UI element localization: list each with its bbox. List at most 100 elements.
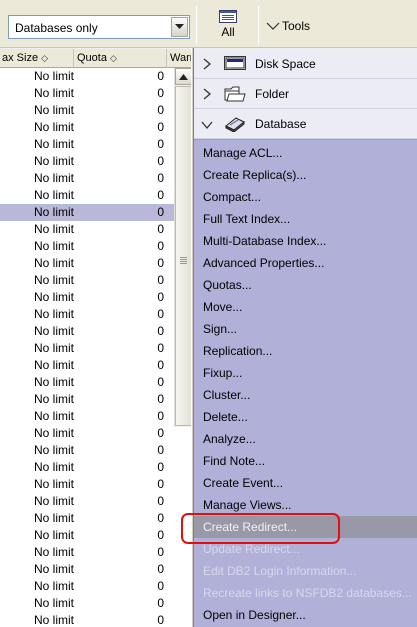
quota-cell: 0 <box>157 137 164 151</box>
database-actions-list: Manage ACL... Create Replica(s)... Compact… <box>194 139 417 627</box>
action-open-in-designer[interactable]: Open in Designer... <box>194 604 417 626</box>
action-delete[interactable]: Delete... <box>194 406 417 428</box>
section-disk-space[interactable]: Disk Space <box>194 49 417 79</box>
table-row[interactable]: No limit 0 <box>0 306 174 323</box>
column-header-max-size[interactable]: ax Size ◇ <box>0 49 74 68</box>
table-row[interactable]: No limit 0 <box>0 153 174 170</box>
action-advanced-properties[interactable]: Advanced Properties... <box>194 252 417 274</box>
column-header-warning[interactable]: Warn <box>168 49 193 68</box>
quota-cell: 0 <box>157 392 164 406</box>
vertical-scrollbar[interactable] <box>174 68 192 427</box>
toolbar-divider <box>196 6 197 44</box>
chevron-down-icon <box>266 22 280 30</box>
quota-cell: 0 <box>157 341 164 355</box>
quota-cell: 0 <box>157 511 164 525</box>
action-replication[interactable]: Replication... <box>194 340 417 362</box>
quota-cell: 0 <box>157 290 164 304</box>
table-row[interactable]: No limit 0 <box>0 408 174 425</box>
tools-button-label: Tools <box>282 19 311 33</box>
folder-icon <box>224 86 246 102</box>
section-folder[interactable]: Folder <box>194 79 417 109</box>
table-row[interactable]: No limit 0 <box>0 578 174 595</box>
table-row[interactable]: No limit 0 <box>0 510 174 527</box>
table-row[interactable]: No limit 0 <box>0 544 174 561</box>
table-row[interactable]: No limit 0 <box>0 255 174 272</box>
list-header: ax Size◇ Quota◇ Warn <box>0 49 193 68</box>
table-row[interactable]: No limit 0 <box>0 357 174 374</box>
all-button-label: All <box>221 25 235 39</box>
action-edit-db2-login-information: Edit DB2 Login Information... <box>203 564 357 578</box>
quota-cell: 0 <box>157 528 164 542</box>
scroll-thumb[interactable] <box>175 86 192 426</box>
table-row[interactable]: No limit 0 <box>0 391 174 408</box>
quota-cell: 0 <box>157 358 164 372</box>
chevron-down-icon[interactable] <box>171 17 188 37</box>
action-create-replica-s[interactable]: Create Replica(s)... <box>194 164 417 186</box>
table-row[interactable]: No limit 0 <box>0 425 174 442</box>
table-row[interactable]: No limit 0 <box>0 289 174 306</box>
table-row[interactable]: No limit 0 <box>0 476 174 493</box>
all-button[interactable]: All <box>205 6 251 44</box>
table-row[interactable]: No limit 0 <box>0 323 174 340</box>
table-row[interactable]: No limit 0 <box>0 374 174 391</box>
action-sign[interactable]: Sign... <box>194 318 417 340</box>
tools-button[interactable]: Tools <box>266 16 310 36</box>
section-database[interactable]: Database <box>194 109 417 139</box>
table-row[interactable]: No limit 0 <box>0 595 174 612</box>
scroll-grip-icon <box>180 257 187 265</box>
table-row[interactable]: No limit 0 <box>0 238 174 255</box>
table-row[interactable]: No limit 0 <box>0 340 174 357</box>
table-row[interactable]: No limit 0 <box>0 85 174 102</box>
quota-cell: 0 <box>157 596 164 610</box>
action-compact[interactable]: Compact... <box>194 186 417 208</box>
action-move[interactable]: Move... <box>194 296 417 318</box>
quota-cell: 0 <box>157 579 164 593</box>
table-row[interactable]: No limit 0 <box>0 459 174 476</box>
quota-cell: 0 <box>157 154 164 168</box>
table-row[interactable]: No limit 0 <box>0 187 174 204</box>
table-row[interactable]: No limit 0 <box>0 272 174 289</box>
action-analyze[interactable]: Analyze... <box>194 428 417 450</box>
table-row[interactable]: No limit 0 <box>0 527 174 544</box>
table-row[interactable]: No limit 0 <box>0 204 174 221</box>
table-row[interactable]: No limit 0 <box>0 68 174 85</box>
list-rows: No limit 0 No limit 0 No limit 0 No limit 0 No l… <box>0 68 174 627</box>
filter-select[interactable]: Databases only <box>8 15 190 39</box>
action-cluster[interactable]: Cluster... <box>194 384 417 406</box>
action-full-text-index[interactable]: Full Text Index... <box>194 208 417 230</box>
quota-cell: 0 <box>157 222 164 236</box>
table-row[interactable]: No limit 0 <box>0 612 174 627</box>
action-create-event[interactable]: Create Event... <box>194 472 417 494</box>
quota-cell: 0 <box>157 443 164 457</box>
table-row[interactable]: No limit 0 <box>0 221 174 238</box>
action-quotas[interactable]: Quotas... <box>194 274 417 296</box>
section-label: Folder <box>255 87 290 101</box>
action-find-note[interactable]: Find Note... <box>194 450 417 472</box>
table-row[interactable]: No limit 0 <box>0 442 174 459</box>
action-multi-database-index[interactable]: Multi-Database Index... <box>194 230 417 252</box>
table-row[interactable]: No limit 0 <box>0 493 174 510</box>
quota-cell: 0 <box>157 86 164 100</box>
quota-cell: 0 <box>157 460 164 474</box>
table-row[interactable]: No limit 0 <box>0 170 174 187</box>
scroll-up-button[interactable] <box>175 68 192 85</box>
quota-cell: 0 <box>157 307 164 321</box>
table-row[interactable]: No limit 0 <box>0 136 174 153</box>
column-header-quota[interactable]: Quota ◇ <box>75 49 167 68</box>
quota-cell: 0 <box>157 239 164 253</box>
sort-icon: ◇ <box>109 53 117 63</box>
quota-cell: 0 <box>157 171 164 185</box>
table-row[interactable]: No limit 0 <box>0 102 174 119</box>
sort-icon: ◇ <box>41 53 48 63</box>
quota-cell: 0 <box>157 477 164 491</box>
action-manage-acl[interactable]: Manage ACL... <box>194 142 417 164</box>
table-row[interactable]: No limit 0 <box>0 561 174 578</box>
database-icon <box>225 117 245 132</box>
quota-cell: 0 <box>157 426 164 440</box>
chevron-right-icon <box>203 88 211 100</box>
quota-cell: 0 <box>157 494 164 508</box>
section-label: Database <box>255 117 307 131</box>
table-row[interactable]: No limit 0 <box>0 119 174 136</box>
action-fixup[interactable]: Fixup... <box>194 362 417 384</box>
database-list: ax Size◇ Quota◇ Warn No limit0No limit0N… <box>0 49 193 627</box>
